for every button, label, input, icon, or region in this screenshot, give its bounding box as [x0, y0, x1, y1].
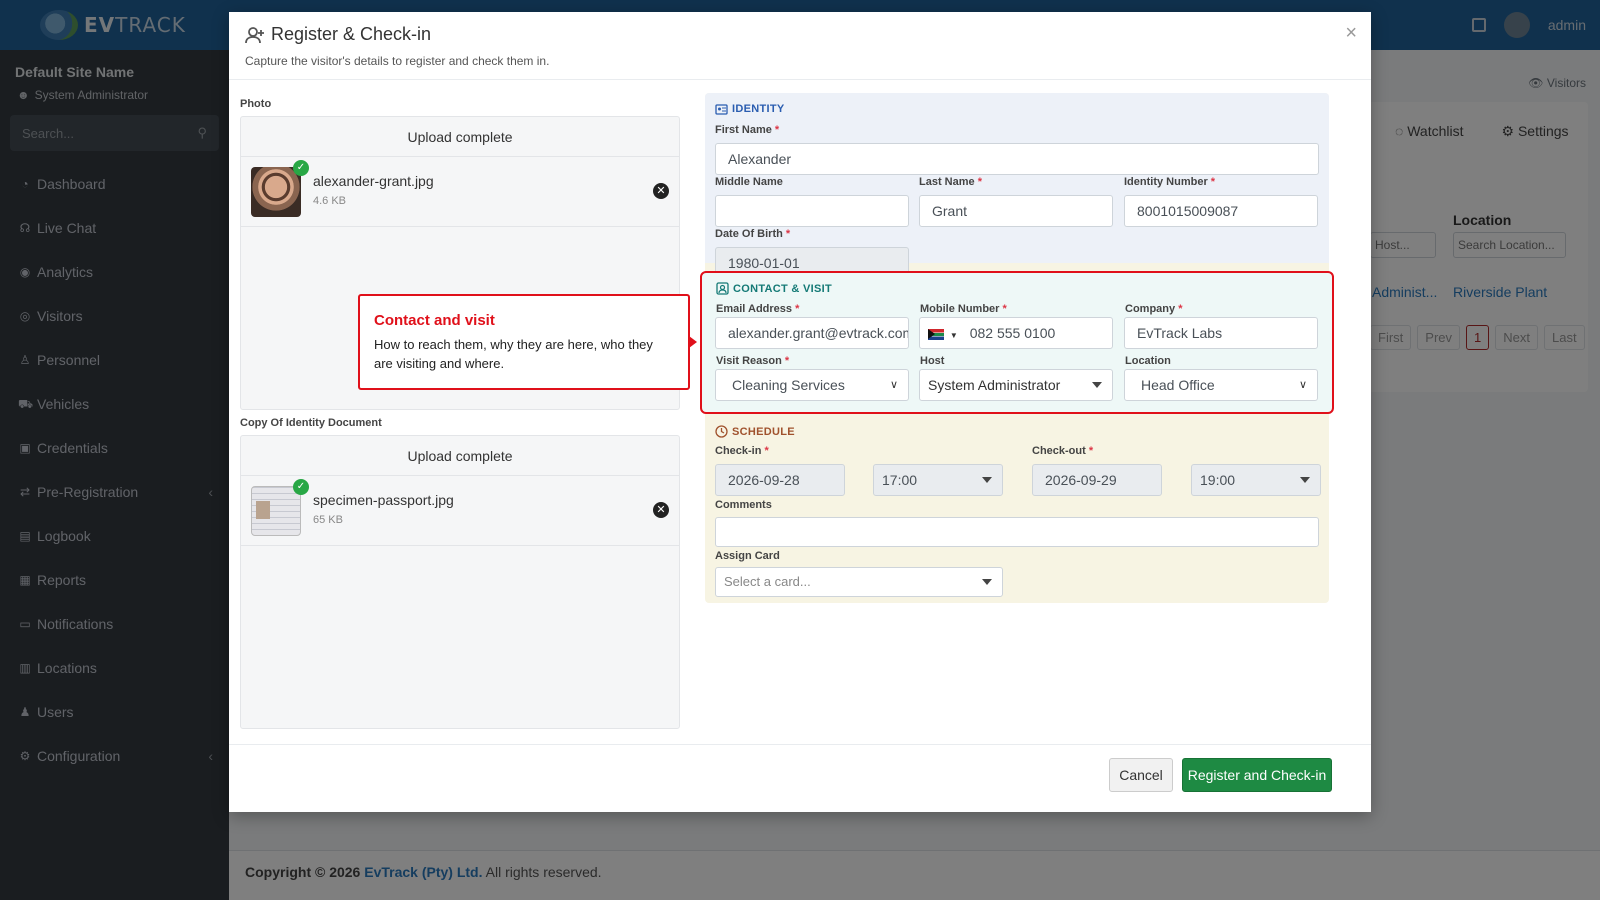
id-document-upload-status: Upload complete	[241, 436, 679, 476]
first-name-field[interactable]: Alexander	[715, 143, 1319, 175]
host-select[interactable]: System Administrator	[919, 369, 1113, 401]
email-field[interactable]: alexander.grant@evtrack.com	[715, 317, 909, 349]
id-number-field[interactable]: 8001015009087	[1124, 195, 1318, 227]
id-document-file-name: specimen-passport.jpg	[313, 492, 454, 508]
company-field[interactable]: EvTrack Labs	[1124, 317, 1318, 349]
location-label: Location	[1125, 355, 1171, 367]
user-plus-icon	[245, 26, 264, 43]
last-name-field[interactable]: Grant	[919, 195, 1113, 227]
photo-label: Photo	[240, 98, 272, 110]
id-document-file-size: 65 KB	[313, 514, 343, 526]
checkin-time-select[interactable]: 17:00	[873, 464, 1003, 496]
checkin-date-field[interactable]: 2026-09-28	[715, 464, 845, 496]
clock-icon	[715, 425, 728, 438]
close-icon[interactable]: ×	[1345, 22, 1357, 45]
chevron-down-icon: ∨	[889, 379, 898, 391]
check-icon: ✓	[293, 479, 309, 495]
remove-photo-icon[interactable]: ✕	[653, 183, 669, 199]
chevron-down-icon[interactable]: ▼	[950, 331, 958, 340]
id-document-dropzone[interactable]: Upload complete ✓ specimen-passport.jpg …	[240, 435, 680, 729]
checkout-time-select[interactable]: 19:00	[1191, 464, 1321, 496]
photo-file-item: ✓ alexander-grant.jpg 4.6 KB ✕	[241, 157, 679, 227]
assign-card-select[interactable]: Select a card...	[715, 567, 1003, 597]
photo-upload-status: Upload complete	[241, 117, 679, 157]
last-name-label: Last Name *	[919, 176, 982, 188]
chevron-down-icon	[982, 477, 992, 483]
id-document-label: Copy Of Identity Document	[240, 417, 382, 429]
photo-thumbnail	[251, 167, 301, 217]
middle-name-field[interactable]	[715, 195, 909, 227]
contact-visit-section: CONTACT & VISIT Email Address * alexande…	[700, 271, 1334, 414]
company-label: Company *	[1125, 303, 1183, 315]
photo-file-name: alexander-grant.jpg	[313, 173, 434, 189]
mobile-field[interactable]: ▼ 082 555 0100	[919, 317, 1113, 349]
contact-card-icon	[716, 282, 729, 295]
callout-body: How to reach them, why they are here, wh…	[374, 337, 653, 371]
photo-file-size: 4.6 KB	[313, 195, 347, 207]
schedule-section-title: SCHEDULE	[715, 425, 795, 438]
location-select[interactable]: Head Office ∨	[1124, 369, 1318, 401]
callout-title: Contact and visit	[374, 312, 495, 329]
id-number-label: Identity Number *	[1124, 176, 1216, 188]
cancel-button[interactable]: Cancel	[1109, 758, 1173, 792]
visit-reason-select[interactable]: Cleaning Services ∨	[715, 369, 909, 401]
callout-arrow	[689, 336, 697, 348]
check-icon: ✓	[293, 160, 309, 176]
id-document-file-item: ✓ specimen-passport.jpg 65 KB ✕	[241, 476, 679, 546]
register-checkin-button[interactable]: Register and Check-in	[1182, 758, 1332, 792]
mobile-label: Mobile Number *	[920, 303, 1007, 315]
checkout-label: Check-out *	[1032, 445, 1094, 457]
dob-label: Date Of Birth *	[715, 228, 791, 240]
modal-title: Register & Check-in	[245, 24, 431, 45]
first-name-label: First Name *	[715, 124, 780, 136]
id-document-thumbnail	[251, 486, 301, 536]
middle-name-label: Middle Name	[715, 176, 783, 188]
assign-card-label: Assign Card	[715, 550, 780, 562]
identity-section-title: IDENTITY	[715, 103, 785, 115]
contact-visit-section-title: CONTACT & VISIT	[716, 282, 832, 295]
remove-id-document-icon[interactable]: ✕	[653, 502, 669, 518]
chevron-down-icon	[1092, 382, 1102, 388]
identity-section: IDENTITY First Name * Alexander Middle N…	[705, 93, 1329, 279]
modal-subtitle: Capture the visitor's details to registe…	[245, 54, 550, 68]
modal-footer: Cancel Register and Check-in	[229, 744, 1371, 812]
chevron-down-icon	[982, 579, 992, 585]
checkin-label: Check-in *	[715, 445, 769, 457]
tutorial-callout: Contact and visit How to reach them, why…	[358, 294, 697, 390]
chevron-down-icon: ∨	[1298, 379, 1307, 391]
email-label: Email Address *	[716, 303, 800, 315]
checkout-date-field[interactable]: 2026-09-29	[1032, 464, 1162, 496]
host-label: Host	[920, 355, 945, 367]
comments-textarea[interactable]	[715, 517, 1319, 547]
modal-header: Register & Check-in Capture the visitor'…	[229, 12, 1371, 80]
chevron-down-icon	[1300, 477, 1310, 483]
visit-reason-label: Visit Reason *	[716, 355, 790, 367]
south-africa-flag-icon[interactable]	[928, 328, 944, 340]
comments-label: Comments	[715, 499, 772, 511]
id-badge-icon	[715, 104, 728, 115]
